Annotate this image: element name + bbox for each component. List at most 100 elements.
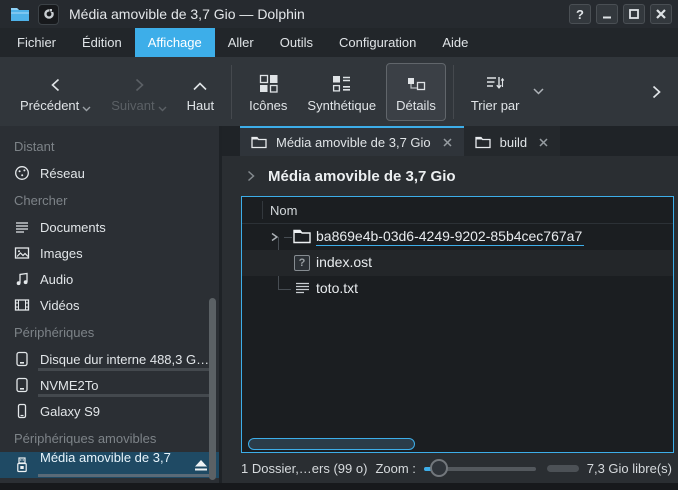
up-button[interactable]: Haut bbox=[177, 63, 224, 121]
minimize-button[interactable] bbox=[596, 4, 618, 24]
horizontal-scrollbar[interactable] bbox=[248, 438, 415, 450]
places-panel: Distant Réseau Chercher Documents bbox=[0, 126, 222, 483]
window-body: Distant Réseau Chercher Documents bbox=[0, 126, 678, 483]
dolphin-window: Média amovible de 3,7 Gio — Dolphin ? Fi… bbox=[0, 0, 678, 490]
unknown-file-icon: ? bbox=[294, 255, 310, 271]
maximize-button[interactable] bbox=[623, 4, 645, 24]
tab-build[interactable]: build bbox=[464, 126, 560, 156]
help-button[interactable]: ? bbox=[569, 4, 591, 24]
usb-drive-icon bbox=[14, 457, 30, 473]
toolbar-separator bbox=[231, 65, 232, 119]
sidebar-item-reseau[interactable]: Réseau bbox=[0, 160, 219, 186]
chevron-right-icon bbox=[651, 84, 662, 100]
menu-outils[interactable]: Outils bbox=[267, 28, 326, 57]
places-section-amovibles: Périphériques amovibles bbox=[0, 424, 219, 452]
forward-icon bbox=[131, 77, 147, 93]
menu-configuration[interactable]: Configuration bbox=[326, 28, 429, 57]
up-icon bbox=[191, 79, 209, 93]
forward-history-caret-icon bbox=[158, 106, 167, 112]
column-divider bbox=[262, 201, 263, 219]
text-file-icon bbox=[294, 281, 311, 296]
details-view-icon bbox=[406, 74, 426, 93]
file-row-unknown[interactable]: ? index.ost bbox=[242, 250, 673, 276]
close-icon bbox=[442, 137, 453, 148]
close-button[interactable] bbox=[650, 4, 672, 24]
file-view[interactable]: Nom ba869e4b-03d6 bbox=[241, 196, 674, 453]
audio-icon bbox=[14, 271, 30, 287]
window-bottom-edge bbox=[0, 483, 678, 490]
eject-button[interactable] bbox=[193, 459, 209, 472]
menu-fichier[interactable]: Fichier bbox=[4, 28, 69, 57]
breadcrumb[interactable]: Média amovible de 3,7 Gio bbox=[222, 156, 678, 196]
network-icon bbox=[14, 165, 30, 181]
places-section-distant: Distant bbox=[0, 132, 219, 160]
tab-bar: Média amovible de 3,7 Gio build bbox=[222, 126, 678, 156]
file-row-text[interactable]: toto.txt bbox=[242, 276, 673, 302]
documents-icon bbox=[14, 219, 30, 235]
forward-button[interactable]: Suivant bbox=[101, 63, 176, 121]
expand-arrow-icon[interactable] bbox=[270, 232, 279, 242]
sort-by-button[interactable]: Trier par bbox=[461, 63, 530, 121]
column-header-nom[interactable]: Nom bbox=[242, 203, 297, 218]
sidebar-item-images[interactable]: Images bbox=[0, 240, 219, 266]
sort-caret-icon bbox=[533, 88, 544, 95]
file-row-folder[interactable]: ba869e4b-03d6-4249-9202-85b4cec767a7 bbox=[242, 224, 673, 250]
menubar: Fichier Édition Affichage Aller Outils C… bbox=[0, 28, 678, 57]
zoom-slider[interactable] bbox=[424, 459, 536, 477]
zoom-slider-handle[interactable] bbox=[430, 459, 448, 477]
file-name[interactable]: toto.txt bbox=[316, 280, 358, 296]
free-space-bar bbox=[547, 465, 579, 472]
eject-icon bbox=[193, 459, 209, 472]
disk-usage-bar bbox=[38, 368, 211, 371]
titlebar[interactable]: Média amovible de 3,7 Gio — Dolphin ? bbox=[0, 0, 678, 28]
videos-icon bbox=[14, 297, 30, 313]
dolphin-app-icon bbox=[10, 6, 30, 22]
disk-usage-bar bbox=[38, 474, 211, 477]
minimize-icon bbox=[601, 8, 613, 20]
column-header[interactable]: Nom bbox=[242, 197, 673, 224]
view-compact-button[interactable]: Synthétique bbox=[297, 63, 386, 121]
sidebar-item-nvme2to[interactable]: NVME2To bbox=[0, 372, 219, 398]
file-name[interactable]: index.ost bbox=[316, 254, 372, 270]
sidebar-item-videos[interactable]: Vidéos bbox=[0, 292, 219, 318]
toolbar-separator bbox=[453, 65, 454, 119]
tab-close-button[interactable] bbox=[538, 137, 549, 148]
file-rows: ba869e4b-03d6-4249-9202-85b4cec767a7 ? i… bbox=[242, 224, 673, 302]
status-bar: 1 Dossier,…ers (99 o) Zoom : 7,3 Gio lib… bbox=[222, 453, 678, 483]
window-badge-button[interactable] bbox=[38, 4, 59, 25]
tab-close-button[interactable] bbox=[442, 137, 453, 148]
zoom-label: Zoom : bbox=[375, 461, 415, 476]
icons-view-icon bbox=[259, 74, 278, 93]
sidebar-item-audio[interactable]: Audio bbox=[0, 266, 219, 292]
compact-view-icon bbox=[332, 74, 351, 93]
file-name[interactable]: ba869e4b-03d6-4249-9202-85b4cec767a7 bbox=[316, 228, 584, 246]
sidebar-item-documents[interactable]: Documents bbox=[0, 214, 219, 240]
sidebar-item-galaxy-s9[interactable]: Galaxy S9 bbox=[0, 398, 219, 424]
back-button[interactable]: Précédent bbox=[10, 63, 101, 121]
hard-drive-icon bbox=[14, 351, 30, 367]
back-history-caret-icon bbox=[82, 106, 91, 112]
hard-drive-icon bbox=[14, 377, 30, 393]
sidebar-item-media-amovible[interactable]: Média amovible de 3,7 … bbox=[0, 452, 219, 478]
folder-icon bbox=[293, 229, 311, 244]
maximize-icon bbox=[628, 8, 640, 20]
sidebar-scrollbar[interactable] bbox=[209, 298, 216, 480]
menu-aller[interactable]: Aller bbox=[215, 28, 267, 57]
close-icon bbox=[538, 137, 549, 148]
toolbar-overflow-button[interactable] bbox=[651, 84, 668, 100]
sidebar-item-disque-interne[interactable]: Disque dur interne 488,3 G… bbox=[0, 346, 219, 372]
view-icons-button[interactable]: Icônes bbox=[239, 63, 297, 121]
places-section-peripheriques: Périphériques bbox=[0, 318, 219, 346]
folder-icon bbox=[475, 136, 491, 149]
menu-affichage[interactable]: Affichage bbox=[135, 28, 215, 57]
tab-media-amovible[interactable]: Média amovible de 3,7 Gio bbox=[240, 126, 464, 156]
main-area: Média amovible de 3,7 Gio build bbox=[222, 126, 678, 483]
folder-icon bbox=[251, 136, 267, 149]
app-badge-icon bbox=[43, 8, 55, 20]
menu-aide[interactable]: Aide bbox=[429, 28, 481, 57]
help-icon: ? bbox=[576, 7, 584, 22]
menu-edition[interactable]: Édition bbox=[69, 28, 135, 57]
view-details-button[interactable]: Détails bbox=[386, 63, 446, 121]
breadcrumb-location[interactable]: Média amovible de 3,7 Gio bbox=[268, 168, 456, 185]
window-controls: ? bbox=[569, 4, 672, 24]
